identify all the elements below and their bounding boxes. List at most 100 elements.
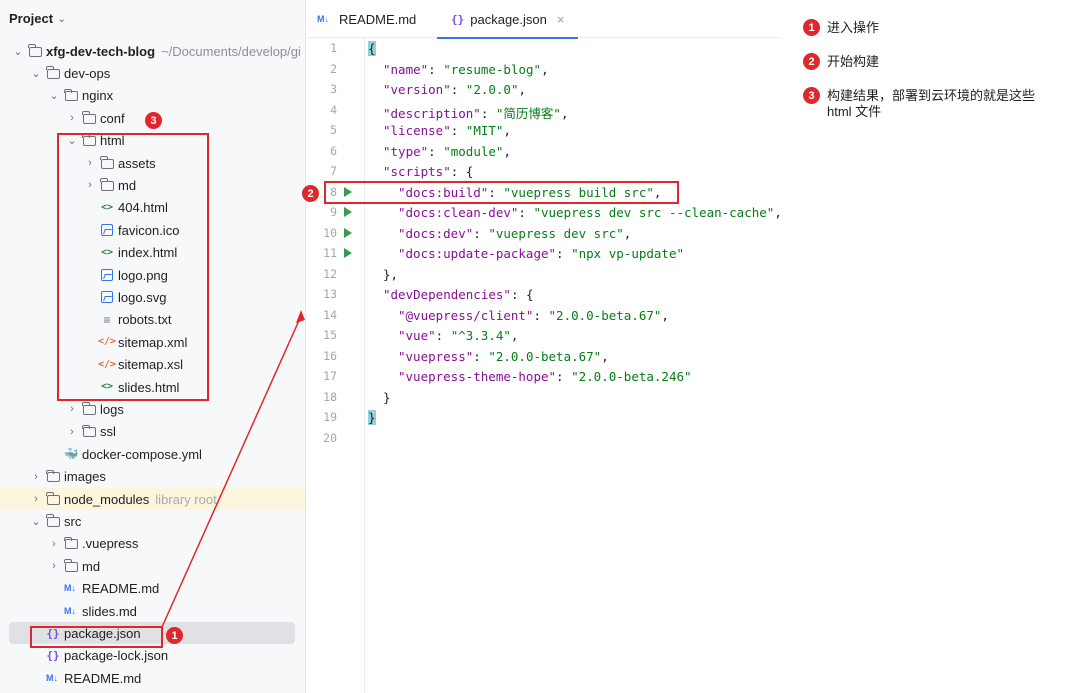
tree-item[interactable]: ⌄ xfg-dev-tech-blog ~/Documents/develop/gi — [0, 40, 305, 62]
run-script-icon[interactable] — [344, 248, 352, 258]
callout-badge-2: 2 — [803, 53, 820, 70]
line-number: 4 — [330, 102, 337, 117]
editor-pane: M↓ README.md {} package.json × 123456789… — [307, 0, 781, 693]
code-line: "description": "简历博客", — [383, 105, 569, 121]
tree-item[interactable]: ⌄ dev-ops — [0, 62, 305, 84]
chevron-down-icon[interactable]: ⌄ — [30, 515, 42, 528]
chevron-down-icon[interactable]: ⌄ — [12, 45, 24, 58]
tree-item[interactable]: 🐳 docker-compose.yml — [0, 443, 305, 465]
tree-item[interactable]: M↓ README.md — [0, 578, 305, 600]
chevron-down-icon[interactable]: ⌄ — [30, 67, 42, 80]
tree-item[interactable]: ⌄ nginx — [0, 85, 305, 107]
folder-icon — [82, 111, 96, 125]
tree-item-label: README.md — [64, 670, 142, 686]
run-script-icon[interactable] — [344, 227, 352, 238]
folder-icon — [64, 536, 78, 551]
code-line: "version": "2.0.0", — [383, 82, 527, 97]
code-line: { — [368, 41, 376, 56]
folder-icon — [28, 44, 42, 58]
line-number: 9 — [330, 205, 337, 219]
run-script-icon[interactable] — [344, 207, 352, 217]
chevron-right-icon[interactable]: › — [66, 403, 78, 415]
code-line: "docs:clean-dev": "vuepress dev src --cl… — [398, 205, 781, 220]
chevron-down-icon: ⌄ — [57, 13, 67, 25]
line-number: 12 — [323, 266, 337, 281]
callout-text-1: 进入操作 — [827, 20, 880, 35]
code-line: "vuepress-theme-hope": "2.0.0-beta.246" — [398, 369, 692, 384]
tree-item-label: nginx — [82, 88, 114, 104]
line-number: 14 — [323, 307, 337, 322]
tree-item-label: README.md — [82, 581, 160, 597]
chevron-down-icon[interactable]: ⌄ — [48, 89, 60, 102]
callout-text-2: 开始构建 — [827, 54, 880, 69]
badge-2: 2 — [302, 185, 319, 202]
code-line: "scripts": { — [383, 164, 474, 179]
line-number: 18 — [323, 389, 337, 404]
json-file-icon: {} — [46, 649, 60, 663]
folder-icon — [64, 88, 78, 103]
tree-item[interactable]: › images — [0, 466, 305, 488]
tree-item[interactable]: M↓ slides.md — [0, 600, 305, 622]
json-file-icon: {} — [451, 12, 465, 26]
code-line: "docs:dev": "vuepress dev src", — [398, 225, 632, 241]
tree-item[interactable]: ⌄ src — [0, 510, 305, 532]
tree-item[interactable]: › node_modules library root — [0, 488, 305, 510]
badge-1: 1 — [166, 627, 183, 644]
tree-item-label: ssl — [100, 424, 116, 440]
library-root-tag: library root — [155, 491, 217, 507]
chevron-right-icon[interactable]: › — [30, 493, 42, 505]
chevron-right-icon[interactable]: › — [48, 560, 60, 572]
tab-readme[interactable]: M↓ README.md — [317, 0, 416, 38]
tree-item-label: package-lock.json — [64, 648, 169, 664]
line-number: 3 — [330, 82, 337, 96]
markdown-file-icon: M↓ — [64, 583, 76, 594]
tree-item-label: src — [64, 513, 82, 529]
code-line: "license": "MIT", — [383, 123, 511, 138]
chevron-right-icon[interactable]: › — [30, 471, 42, 483]
tree-item-label: md — [82, 558, 101, 574]
line-number: 2 — [330, 61, 337, 76]
editor-gutter: 1 2 3 4 5 6 7 8 9 10 11 12 13 14 15 16 17 18 19 20 — [307, 38, 365, 693]
tree-item[interactable]: › logs — [0, 398, 305, 420]
line-number: 6 — [330, 143, 337, 158]
line-number: 17 — [323, 369, 337, 383]
tree-item[interactable]: › md — [0, 555, 305, 577]
tree-item-label: docker-compose.yml — [82, 446, 202, 462]
tree-item-label: logs — [100, 401, 124, 417]
code-line: } — [383, 389, 391, 405]
tree-item-label: dev-ops — [64, 65, 111, 81]
markdown-file-icon: M↓ — [64, 605, 76, 616]
code-line: "@vuepress/client": "2.0.0-beta.67", — [398, 307, 669, 323]
callout-text-3: 构建结果，部署到云环境的就是这些html 文件 — [827, 88, 1036, 119]
line-number: 10 — [323, 225, 337, 240]
package-json-highlight-box — [30, 626, 163, 648]
tree-item[interactable]: › ssl — [0, 421, 305, 443]
chevron-right-icon[interactable]: › — [48, 538, 60, 550]
tab-package-json[interactable]: {} package.json × — [437, 0, 579, 39]
tree-item-label: xfg-dev-tech-blog — [46, 43, 156, 59]
line-number: 15 — [323, 328, 337, 342]
project-panel-title[interactable]: Project ⌄ — [9, 11, 66, 26]
docs-build-highlight-box — [324, 181, 679, 204]
chevron-right-icon[interactable]: › — [66, 426, 78, 438]
code-line: "vue": "^3.3.4", — [398, 328, 519, 343]
tree-item-label: node_modules — [64, 491, 150, 507]
tree-item-label: slides.md — [82, 603, 137, 619]
tree-item[interactable]: M↓ README.md — [0, 667, 305, 689]
code-line: "name": "resume-blog", — [383, 61, 549, 77]
tree-item[interactable]: {} package-lock.json — [0, 645, 305, 667]
chevron-right-icon[interactable]: › — [66, 112, 78, 124]
html-folder-highlight-box — [57, 133, 209, 401]
line-number: 5 — [330, 123, 337, 137]
code-line: } — [368, 410, 376, 425]
code-line: "type": "module", — [383, 143, 511, 159]
folder-icon — [46, 492, 60, 506]
project-path: ~/Documents/develop/gi — [161, 43, 301, 59]
line-number: 19 — [323, 410, 337, 424]
tree-item[interactable]: › .vuepress — [0, 533, 305, 555]
folder-icon — [46, 66, 60, 80]
folder-icon — [64, 559, 78, 573]
callout-badge-3: 3 — [803, 87, 820, 104]
close-icon[interactable]: × — [557, 12, 565, 27]
markdown-file-icon: M↓ — [317, 14, 329, 24]
